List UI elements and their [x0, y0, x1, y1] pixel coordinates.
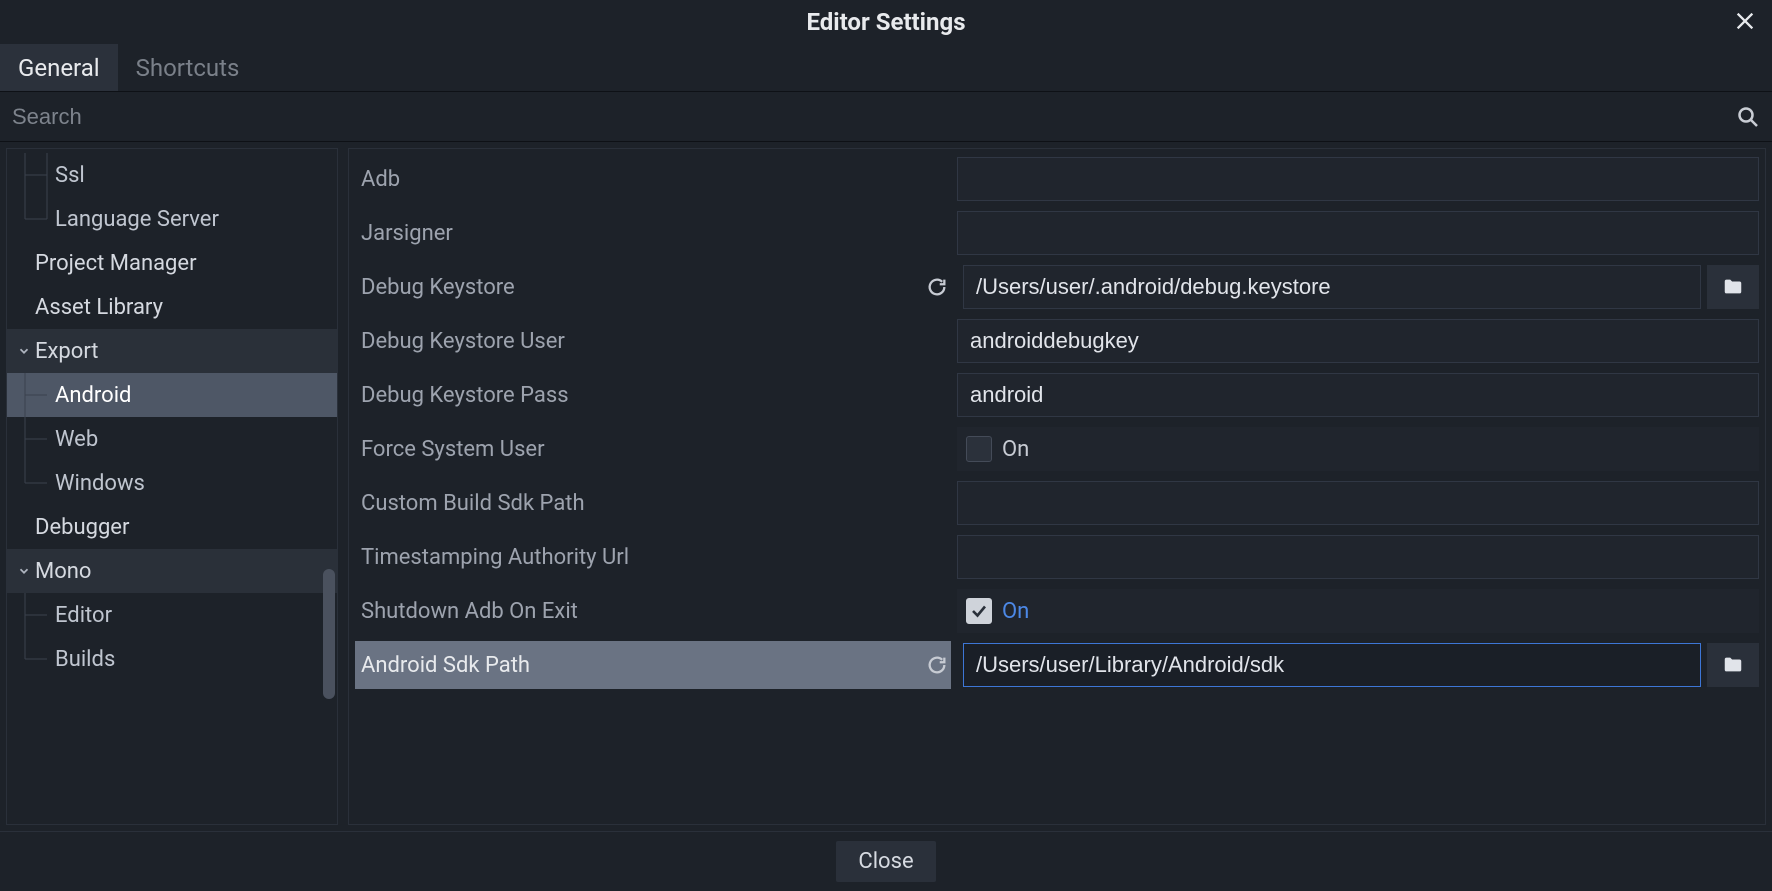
properties-panel: Adb Jarsigner Debug Keystore	[348, 148, 1766, 825]
sidebar-item-label: Language Server	[55, 207, 219, 232]
prop-shutdown-adb-on-exit: Shutdown Adb On Exit On	[355, 587, 1759, 635]
sidebar-item-label: Mono	[35, 559, 91, 584]
debug-keystore-user-input[interactable]	[957, 319, 1759, 363]
sidebar: Ssl Language Server Project Manager Asse…	[6, 148, 338, 825]
prop-label: Force System User	[355, 425, 951, 473]
prop-debug-keystore: Debug Keystore	[355, 263, 1759, 311]
scrollbar-thumb[interactable]	[323, 569, 335, 699]
sidebar-item-label: Windows	[55, 471, 145, 496]
prop-label: Timestamping Authority Url	[355, 533, 951, 581]
sidebar-item-android[interactable]: Android	[7, 373, 337, 417]
sidebar-item-ssl[interactable]: Ssl	[7, 153, 337, 197]
checkbox-icon	[966, 436, 992, 462]
footer: Close	[0, 831, 1772, 891]
sidebar-item-label: Builds	[55, 647, 115, 672]
prop-adb: Adb	[355, 155, 1759, 203]
prop-label: Adb	[355, 155, 951, 203]
folder-icon[interactable]	[1707, 265, 1759, 309]
custom-build-sdk-path-input[interactable]	[957, 481, 1759, 525]
sidebar-item-web[interactable]: Web	[7, 417, 337, 461]
prop-label: Debug Keystore	[355, 263, 951, 311]
main-area: Ssl Language Server Project Manager Asse…	[0, 142, 1772, 831]
android-sdk-path-input[interactable]	[963, 643, 1701, 687]
prop-custom-build-sdk-path: Custom Build Sdk Path	[355, 479, 1759, 527]
sidebar-item-mono[interactable]: Mono	[7, 549, 337, 593]
search-input[interactable]	[0, 92, 1724, 141]
tab-general[interactable]: General	[0, 44, 118, 91]
sidebar-item-export[interactable]: Export	[7, 329, 337, 373]
prop-label: Custom Build Sdk Path	[355, 479, 951, 527]
sidebar-item-label: Web	[55, 427, 98, 452]
jarsigner-input[interactable]	[957, 211, 1759, 255]
search-row	[0, 92, 1772, 142]
prop-label: Jarsigner	[355, 209, 951, 257]
prop-label: Android Sdk Path	[355, 641, 951, 689]
window-title: Editor Settings	[806, 8, 965, 36]
sidebar-item-language-server[interactable]: Language Server	[7, 197, 337, 241]
close-icon[interactable]	[1730, 6, 1760, 36]
search-icon[interactable]	[1724, 92, 1772, 141]
sidebar-item-label: Project Manager	[35, 251, 197, 276]
sidebar-item-label: Debugger	[35, 515, 129, 540]
timestamping-authority-url-input[interactable]	[957, 535, 1759, 579]
folder-icon[interactable]	[1707, 643, 1759, 687]
shutdown-adb-toggle-row[interactable]: On	[957, 589, 1759, 633]
prop-jarsigner: Jarsigner	[355, 209, 1759, 257]
sidebar-item-label: Asset Library	[35, 295, 163, 320]
prop-timestamping-authority-url: Timestamping Authority Url	[355, 533, 1759, 581]
sidebar-item-builds[interactable]: Builds	[7, 637, 337, 681]
prop-label: Shutdown Adb On Exit	[355, 587, 951, 635]
checkbox-icon	[966, 598, 992, 624]
sidebar-item-label: Ssl	[55, 163, 85, 188]
reset-icon[interactable]	[923, 273, 951, 301]
tab-shortcuts[interactable]: Shortcuts	[118, 44, 258, 91]
sidebar-item-editor[interactable]: Editor	[7, 593, 337, 637]
prop-label: Debug Keystore User	[355, 317, 951, 365]
sidebar-item-asset-library[interactable]: Asset Library	[7, 285, 337, 329]
sidebar-item-label: Export	[35, 339, 99, 364]
sidebar-item-label: Editor	[55, 603, 112, 628]
force-system-user-toggle-row[interactable]: On	[957, 427, 1759, 471]
tab-bar: General Shortcuts	[0, 44, 1772, 92]
sidebar-item-project-manager[interactable]: Project Manager	[7, 241, 337, 285]
toggle-text: On	[1002, 599, 1029, 624]
chevron-down-icon	[15, 562, 33, 580]
sidebar-item-label: Android	[55, 383, 131, 408]
title-bar: Editor Settings	[0, 0, 1772, 44]
prop-debug-keystore-pass: Debug Keystore Pass	[355, 371, 1759, 419]
reset-icon[interactable]	[923, 651, 951, 679]
sidebar-item-debugger[interactable]: Debugger	[7, 505, 337, 549]
prop-label: Debug Keystore Pass	[355, 371, 951, 419]
prop-force-system-user: Force System User On	[355, 425, 1759, 473]
toggle-text: On	[1002, 437, 1029, 462]
debug-keystore-input[interactable]	[963, 265, 1701, 309]
close-button[interactable]: Close	[836, 841, 935, 882]
debug-keystore-pass-input[interactable]	[957, 373, 1759, 417]
sidebar-item-windows[interactable]: Windows	[7, 461, 337, 505]
chevron-down-icon	[15, 342, 33, 360]
prop-debug-keystore-user: Debug Keystore User	[355, 317, 1759, 365]
adb-input[interactable]	[957, 157, 1759, 201]
prop-android-sdk-path: Android Sdk Path	[355, 641, 1759, 689]
